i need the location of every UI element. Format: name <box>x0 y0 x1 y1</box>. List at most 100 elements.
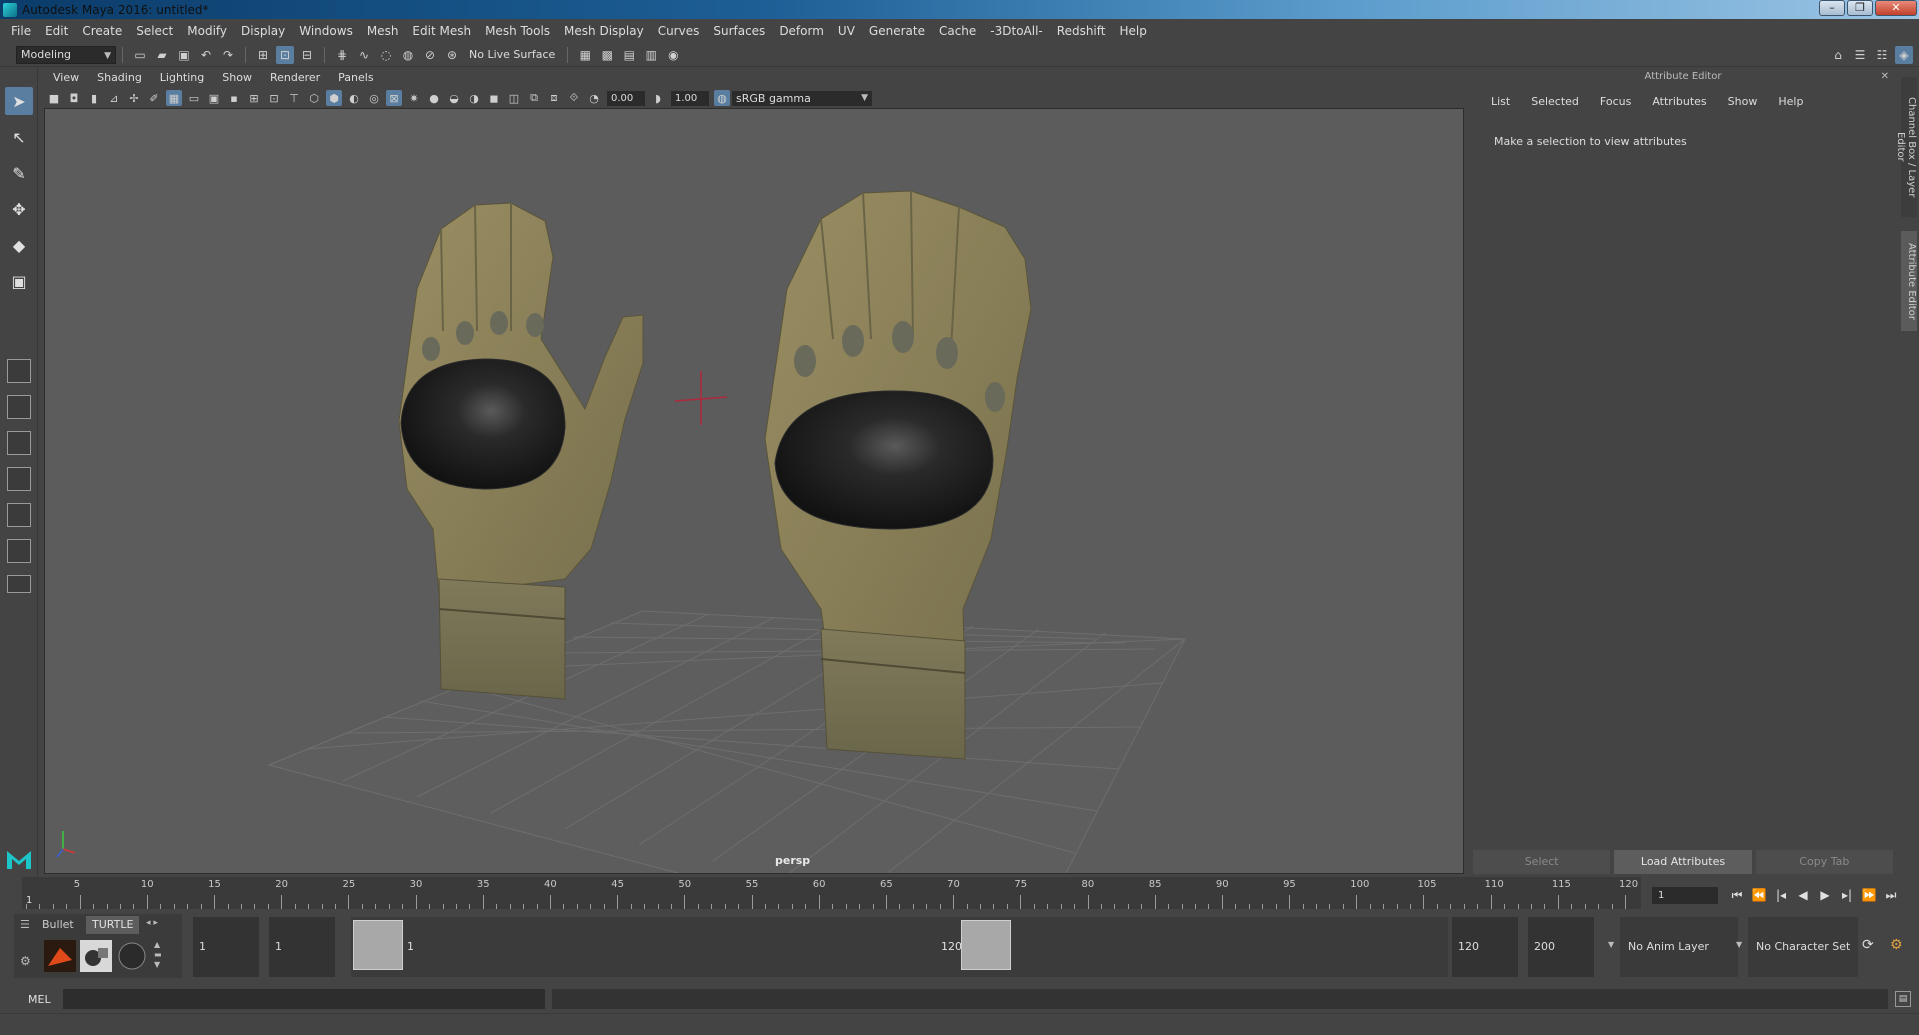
ae-menu-list[interactable]: List <box>1479 95 1519 108</box>
menu-file[interactable]: File <box>4 24 38 38</box>
shelf-scroll-tabs-icon[interactable]: ◂ ▸ <box>146 918 158 928</box>
menu-modify[interactable]: Modify <box>180 24 234 38</box>
mel-label[interactable]: MEL <box>28 993 51 1006</box>
menu-set-dropdown[interactable]: Modeling ▼ <box>16 45 116 64</box>
maximize-button[interactable]: ❐ <box>1847 0 1873 16</box>
resolution-gate-icon[interactable]: ▣ <box>206 90 222 106</box>
menu-curves[interactable]: Curves <box>651 24 707 38</box>
command-input[interactable] <box>63 989 545 1009</box>
modeling-toolkit-icon[interactable]: ⌂ <box>1829 46 1847 64</box>
bookmark-icon[interactable]: ▮ <box>86 90 102 106</box>
range-end-handle[interactable] <box>961 920 1011 970</box>
snap-curve-icon[interactable]: ∿ <box>355 46 373 64</box>
animation-start-field[interactable]: 1 <box>193 917 259 977</box>
auto-keyframe-icon[interactable]: ⟳ <box>1862 937 1874 953</box>
snap-live-icon[interactable]: ⊘ <box>421 46 439 64</box>
step-back-key-icon[interactable]: ⏪ <box>1748 885 1770 905</box>
menu-help[interactable]: Help <box>1112 24 1153 38</box>
select-camera-icon[interactable]: ■ <box>46 90 62 106</box>
viewport-menu-panels[interactable]: Panels <box>329 71 382 87</box>
menu-edit[interactable]: Edit <box>38 24 75 38</box>
tab-attribute-editor[interactable]: Attribute Editor <box>1901 231 1917 331</box>
ae-menu-help[interactable]: Help <box>1766 95 1812 108</box>
select-hierarchy-icon[interactable]: ⊞ <box>254 46 272 64</box>
shelf-tab-turtle[interactable]: TURTLE <box>86 916 140 934</box>
collapse-toolbox-icon[interactable] <box>7 575 31 593</box>
select-object-icon[interactable]: ⊡ <box>276 45 294 64</box>
close-icon[interactable]: ✕ <box>1881 71 1889 82</box>
redo-icon[interactable]: ↷ <box>219 46 237 64</box>
rotate-tool-icon[interactable]: ◆ <box>5 231 33 259</box>
make-live-icon[interactable]: ⊛ <box>443 46 461 64</box>
hypershade-icon[interactable]: ◉ <box>664 46 682 64</box>
four-view-layout-icon[interactable] <box>7 395 31 419</box>
render-settings-icon[interactable]: ▥ <box>642 46 660 64</box>
viewport-menu-view[interactable]: View <box>44 71 88 87</box>
play-forwards-icon[interactable]: ▶ <box>1814 885 1836 905</box>
color-management-icon[interactable]: ◍ <box>714 90 730 106</box>
menu-3dtoall[interactable]: -3DtoAll- <box>983 24 1049 38</box>
default-material-icon[interactable]: ◐ <box>346 90 362 106</box>
field-chart-icon[interactable]: ⊞ <box>246 90 262 106</box>
animation-preferences-icon[interactable]: ⚙ <box>1890 937 1903 953</box>
gate-mask-icon[interactable]: ▪ <box>226 90 242 106</box>
perspective-viewport[interactable]: persp <box>44 108 1464 874</box>
playback-end-field[interactable]: 120 <box>1452 917 1518 977</box>
render-current-icon[interactable]: ▩ <box>598 46 616 64</box>
two-d-pan-zoom-icon[interactable]: ✢ <box>126 90 142 106</box>
paint-select-tool-icon[interactable]: ✎ <box>5 159 33 187</box>
ae-menu-attributes[interactable]: Attributes <box>1640 95 1715 108</box>
viewport-menu-renderer[interactable]: Renderer <box>261 71 329 87</box>
load-attributes-button[interactable]: Load Attributes <box>1614 850 1752 874</box>
attribute-editor-toggle-icon[interactable]: ☰ <box>1851 46 1869 64</box>
isolate-select-icon[interactable]: ⧉ <box>526 90 542 106</box>
menu-select[interactable]: Select <box>129 24 180 38</box>
xray-joints-icon[interactable]: ⟐ <box>566 90 582 106</box>
depth-of-field-icon[interactable]: ◫ <box>506 90 522 106</box>
step-forward-frame-icon[interactable]: ▸| <box>1836 885 1858 905</box>
menu-generate[interactable]: Generate <box>862 24 932 38</box>
move-tool-icon[interactable]: ✥ <box>5 195 33 223</box>
exposure-icon[interactable]: ◔ <box>586 90 602 106</box>
menu-cache[interactable]: Cache <box>932 24 983 38</box>
menu-display[interactable]: Display <box>234 24 292 38</box>
render-view-icon[interactable]: ▦ <box>576 46 594 64</box>
safe-action-icon[interactable]: ⊡ <box>266 90 282 106</box>
ae-menu-selected[interactable]: Selected <box>1519 95 1588 108</box>
persp-outliner-layout-icon[interactable] <box>7 431 31 455</box>
view-transform-dropdown[interactable]: sRGB gamma ▼ <box>732 90 872 106</box>
play-backwards-icon[interactable]: ◀ <box>1792 885 1814 905</box>
close-button[interactable]: ✕ <box>1875 0 1917 16</box>
wireframe-on-shaded-icon[interactable]: ◎ <box>366 90 382 106</box>
gamma-field[interactable]: 1.00 <box>671 90 709 106</box>
anim-layer-dropdown[interactable]: ▼ No Anim Layer <box>1608 917 1738 977</box>
shelf-scroll-icon[interactable]: ▲ ▬ ▼ <box>154 940 162 970</box>
channel-box-icon[interactable]: ◈ <box>1895 45 1913 64</box>
menu-create[interactable]: Create <box>75 24 129 38</box>
playback-start-field[interactable]: 1 <box>269 917 335 977</box>
gamma-icon[interactable]: ◗ <box>650 90 666 106</box>
range-slider[interactable]: 1 120 <box>351 917 1448 977</box>
ipr-render-icon[interactable]: ▤ <box>620 46 638 64</box>
exposure-field[interactable]: 0.00 <box>607 90 645 106</box>
character-set-dropdown[interactable]: ▼ No Character Set <box>1736 917 1858 977</box>
go-to-start-icon[interactable]: ⏮ <box>1726 885 1748 905</box>
menu-uv[interactable]: UV <box>831 24 862 38</box>
safe-title-icon[interactable]: ⊤ <box>286 90 302 106</box>
go-to-end-icon[interactable]: ⏭ <box>1880 885 1902 905</box>
snap-view-plane-icon[interactable]: ◍ <box>399 46 417 64</box>
select-tool-icon[interactable]: ➤ <box>5 87 33 115</box>
grid-icon[interactable]: ▦ <box>166 90 182 106</box>
select-button[interactable]: Select <box>1473 850 1611 874</box>
lasso-tool-icon[interactable]: ↖ <box>5 123 33 151</box>
viewport-menu-show[interactable]: Show <box>213 71 261 87</box>
single-perspective-layout-icon[interactable] <box>7 359 31 383</box>
undo-icon[interactable]: ↶ <box>197 46 215 64</box>
menu-mesh-display[interactable]: Mesh Display <box>557 24 651 38</box>
tab-channel-box[interactable]: Channel Box / Layer Editor <box>1895 77 1917 217</box>
time-slider[interactable]: 5 10 15 20 25 30 35 40 45 50 55 60 65 70 75 80 85 90 95 100… <box>22 877 1641 909</box>
menu-deform[interactable]: Deform <box>772 24 831 38</box>
step-back-frame-icon[interactable]: |◂ <box>1770 885 1792 905</box>
shelf-menu-icon[interactable]: ☰ <box>20 918 30 931</box>
xray-icon[interactable]: ⧈ <box>546 90 562 106</box>
